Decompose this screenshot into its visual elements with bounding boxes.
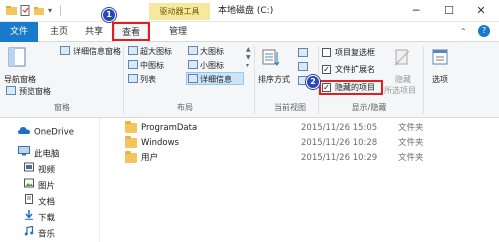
music-icon (24, 225, 34, 242)
layout-medium-icons[interactable]: 中图标 (140, 60, 164, 71)
new-folder-icon[interactable] (34, 5, 45, 16)
ribbon-tabs: 文件 主页 共享 查看 管理 ⌃ ? (0, 22, 499, 43)
file-list: ProgramData 2015/11/26 15:05 文件夹 Windows… (101, 118, 499, 242)
file-type: 文件夹 (398, 138, 424, 148)
nav-item-this-pc[interactable]: 此电脑 (18, 146, 60, 162)
tab-file[interactable]: 文件 (0, 22, 38, 42)
layout-large-icons[interactable]: 大图标 (200, 46, 224, 57)
window-title: 本地磁盘 (C:) (218, 6, 274, 16)
tab-manage[interactable]: 管理 (158, 22, 198, 42)
add-columns-icon[interactable] (298, 62, 308, 71)
item-checkboxes-label: 项目复选框 (335, 48, 375, 57)
group-separator (123, 46, 124, 114)
details-icon (188, 74, 198, 83)
sort-by-button[interactable]: 排序方式 (258, 74, 290, 85)
details-pane-icon (60, 46, 70, 55)
layout-list[interactable]: 列表 (140, 74, 156, 85)
show-hide-group-label: 显示/隐藏 (351, 103, 387, 112)
layout-scroll-icon[interactable]: ▲ ▼ ▾ (246, 46, 251, 70)
tab-home[interactable]: 主页 (42, 22, 76, 42)
pane-group-label: 窗格 (54, 103, 70, 112)
nav-item-documents[interactable]: 文档 (24, 194, 55, 210)
collapse-ribbon-icon[interactable]: ⌃ (460, 27, 467, 36)
file-name: 用户 (141, 153, 159, 163)
minimize-button[interactable]: ─ (402, 0, 430, 22)
title-bar: ▾ 驱动器工具 本地磁盘 (C:) ─ ☐ ✕ (0, 0, 499, 22)
layout-details[interactable]: 详细信息 (200, 74, 232, 85)
group-by-icon[interactable] (298, 48, 308, 57)
file-date: 2015/11/26 10:28 (301, 138, 378, 148)
tab-share[interactable]: 共享 (78, 22, 110, 42)
navigation-pane-button[interactable]: 导航窗格 (4, 74, 36, 85)
computer-icon (18, 146, 30, 162)
sort-by-icon[interactable] (262, 48, 280, 68)
group-separator (254, 46, 255, 114)
help-icon[interactable]: ? (478, 25, 490, 37)
file-extensions-checkbox[interactable]: ✓ (322, 65, 331, 74)
download-icon (24, 210, 34, 226)
cloud-icon (18, 124, 30, 140)
annotation-box-view-tab (112, 22, 150, 41)
nav-item-videos[interactable]: 视频 (24, 162, 55, 178)
layout-extra-large-icons[interactable]: 超大图标 (140, 46, 172, 57)
nav-item-downloads[interactable]: 下载 (24, 210, 55, 226)
title-separator (60, 5, 61, 16)
current-view-group-label: 当前视图 (274, 103, 306, 112)
hide-selected-button[interactable]: 隐藏 (395, 74, 411, 85)
layout-group-label: 布局 (177, 103, 193, 112)
nav-item-pictures[interactable]: 图片 (24, 178, 55, 194)
navigation-pane-icon[interactable] (8, 46, 26, 68)
large-icons-icon (188, 46, 198, 55)
drive-tools-context-tab: 驱动器工具 (149, 3, 210, 20)
details-pane-button[interactable]: 详细信息窗格 (73, 46, 121, 57)
annotation-box-hidden-items (319, 80, 383, 95)
list-icon (128, 74, 138, 83)
extra-large-icons-icon (128, 46, 138, 55)
options-button[interactable]: 选项 (432, 74, 448, 85)
nav-item-music[interactable]: 音乐 (24, 225, 55, 242)
explorer-app-icon[interactable] (6, 5, 17, 16)
navigation-pane: OneDrive 此电脑 视频 图片 文档 下载 音乐 (0, 118, 100, 242)
preview-pane-button[interactable]: 预览窗格 (19, 86, 51, 97)
file-row[interactable]: 用户 2015/11/26 10:29 文件夹 (101, 150, 499, 166)
file-type: 文件夹 (398, 123, 424, 133)
maximize-button[interactable]: ☐ (435, 0, 463, 22)
medium-icons-icon (128, 60, 138, 69)
small-icons-icon (188, 60, 198, 69)
file-date: 2015/11/26 15:05 (301, 123, 378, 133)
document-icon (24, 194, 34, 210)
folder-icon (125, 136, 137, 148)
ribbon-panel: 导航窗格 预览窗格 详细信息窗格 窗格 超大图标 大图标 中图标 小图标 列表 … (0, 42, 499, 118)
hide-selected-sublabel: 所选项目 (384, 86, 416, 95)
group-separator (423, 46, 424, 114)
picture-icon (24, 178, 34, 194)
video-icon (24, 162, 34, 178)
file-name: Windows (141, 138, 179, 148)
file-row[interactable]: ProgramData 2015/11/26 15:05 文件夹 (101, 120, 499, 136)
options-icon[interactable] (431, 48, 449, 68)
close-button[interactable]: ✕ (467, 0, 495, 22)
nav-item-onedrive[interactable]: OneDrive (18, 124, 74, 140)
annotation-badge-2: 2 (306, 75, 320, 89)
file-row[interactable]: Windows 2015/11/26 10:28 文件夹 (101, 135, 499, 151)
folder-icon (125, 121, 137, 133)
file-type: 文件夹 (398, 153, 424, 163)
file-extensions-label: 文件扩展名 (335, 65, 375, 74)
folder-icon (125, 151, 137, 163)
properties-icon[interactable] (20, 5, 31, 16)
annotation-badge-1: 1 (102, 8, 116, 22)
customize-quick-access-icon[interactable]: ▾ (48, 5, 59, 16)
hide-selected-icon[interactable] (393, 48, 411, 68)
item-checkboxes-checkbox[interactable] (322, 48, 331, 57)
file-date: 2015/11/26 10:29 (301, 153, 378, 163)
preview-pane-icon (6, 86, 16, 95)
layout-small-icons[interactable]: 小图标 (200, 60, 224, 71)
file-name: ProgramData (141, 123, 198, 133)
